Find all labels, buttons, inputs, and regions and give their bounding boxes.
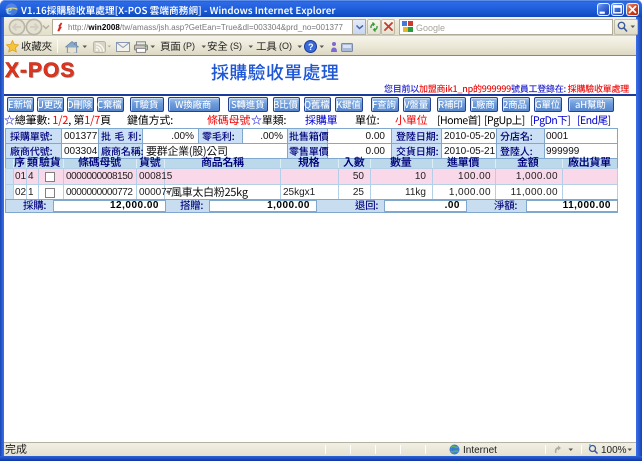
svg-text:?: ? (308, 42, 314, 52)
